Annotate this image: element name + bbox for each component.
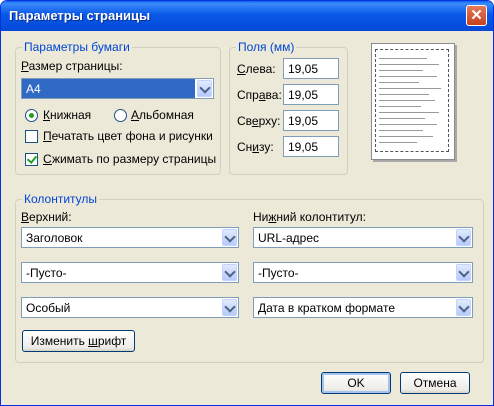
preview-line	[379, 112, 439, 113]
chevron-down-icon[interactable]	[456, 264, 471, 281]
portrait-radio[interactable]	[25, 109, 38, 122]
preview-line	[379, 58, 427, 59]
page-size-label: Размер страницы:	[21, 59, 123, 73]
preview-line	[379, 136, 433, 137]
preview-line	[379, 94, 429, 95]
footer-value-3: Дата в кратком формате	[258, 301, 396, 315]
header-label: Верхний:	[21, 210, 72, 224]
margin-top-input[interactable]: 19,05	[283, 110, 339, 131]
chevron-down-icon[interactable]	[456, 299, 471, 316]
preview-line	[379, 124, 437, 125]
footer-select-1[interactable]: URL-адрес	[253, 227, 473, 248]
headers-footers-label: Колонтитулы	[22, 192, 100, 206]
footer-select-3[interactable]: Дата в кратком формате	[253, 297, 473, 318]
paper-options-label: Параметры бумаги	[22, 40, 132, 54]
margin-left-label: Слева:	[237, 62, 276, 76]
landscape-label[interactable]: Альбомная	[131, 108, 194, 122]
header-value-2: -Пусто-	[26, 266, 67, 280]
margin-right-input[interactable]: 19,05	[283, 84, 339, 105]
header-value-1: Заголовок	[26, 231, 83, 245]
margin-top-label: Сверху:	[237, 114, 281, 128]
margin-bottom-input[interactable]: 19,05	[283, 136, 339, 157]
landscape-radio[interactable]	[114, 109, 127, 122]
footer-value-1: URL-адрес	[258, 231, 320, 245]
header-select-1[interactable]: Заголовок	[21, 227, 239, 248]
header-select-2[interactable]: -Пусто-	[21, 262, 239, 283]
ok-button[interactable]: OK	[321, 372, 391, 394]
preview-line	[379, 130, 423, 131]
page-size-select[interactable]: A4	[21, 78, 214, 99]
chevron-down-icon[interactable]	[197, 80, 212, 97]
title-bar[interactable]: Параметры страницы ✕	[1, 1, 493, 31]
page-size-value: A4	[22, 79, 195, 98]
window-title: Параметры страницы	[9, 8, 151, 23]
preview-line	[379, 118, 425, 119]
footer-label: Нижний колонтитул:	[253, 210, 366, 224]
margins-label: Поля (мм)	[236, 40, 297, 54]
cancel-button[interactable]: Отмена	[400, 372, 470, 394]
close-icon[interactable]: ✕	[470, 7, 483, 24]
preview-line	[379, 82, 419, 83]
change-font-button[interactable]: Изменить шрифт	[22, 330, 135, 352]
chevron-down-icon[interactable]	[222, 299, 237, 316]
margin-right-label: Справа:	[237, 88, 282, 102]
preview-line	[379, 142, 417, 143]
print-background-checkbox[interactable]	[25, 130, 38, 143]
preview-line	[379, 64, 439, 65]
preview-line	[379, 70, 423, 71]
close-button[interactable]: ✕	[466, 5, 487, 26]
preview-line	[379, 76, 437, 77]
header-value-3: Особый	[26, 301, 71, 315]
chevron-down-icon[interactable]	[222, 264, 237, 281]
shrink-to-fit-label[interactable]: Сжимать по размеру страницы	[43, 152, 216, 166]
portrait-label[interactable]: Книжная	[43, 108, 91, 122]
chevron-down-icon[interactable]	[456, 229, 471, 246]
margin-bottom-label: Снизу:	[237, 140, 274, 154]
footer-select-2[interactable]: -Пусто-	[253, 262, 473, 283]
page-preview-frame	[375, 49, 449, 152]
preview-line	[379, 106, 421, 107]
page-setup-dialog: Параметры страницы ✕ Параметры бумаги Ра…	[0, 0, 494, 406]
preview-line	[379, 88, 441, 89]
chevron-down-icon[interactable]	[222, 229, 237, 246]
preview-line	[379, 100, 435, 101]
header-select-3[interactable]: Особый	[21, 297, 239, 318]
page-preview	[371, 43, 455, 160]
margin-left-input[interactable]: 19,05	[283, 58, 339, 79]
shrink-to-fit-checkbox[interactable]	[25, 153, 38, 166]
print-background-label[interactable]: Печатать цвет фона и рисунки	[43, 129, 213, 143]
footer-value-2: -Пусто-	[258, 266, 299, 280]
